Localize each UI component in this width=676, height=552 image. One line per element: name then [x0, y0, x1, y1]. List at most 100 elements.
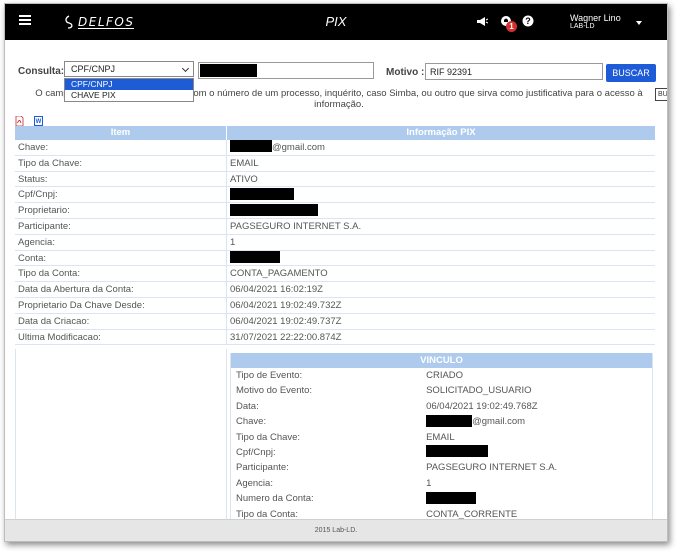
vinculo-value: [426, 445, 652, 460]
table-row: Ultima Modificacao: 31/07/2021 22:22:00.8…: [15, 329, 655, 346]
footer-text: 2015 Lab-LD.: [314, 527, 358, 534]
motivo-label: Motivo :: [386, 67, 425, 78]
row-value: ATIVO: [227, 172, 655, 187]
footer: 2015 Lab-LD.: [5, 519, 667, 541]
redacted-value: [230, 140, 272, 153]
vinculo-value: SOLICITADO_USUARIO: [426, 383, 652, 398]
vinculo-row: Data: 06/04/2021 19:02:49.768Z: [231, 399, 652, 414]
buscar-button[interactable]: BUSCAR: [606, 64, 656, 82]
row-label: Data da Abertura da Conta:: [15, 282, 227, 297]
user-name[interactable]: Wagner Lino: [570, 13, 621, 23]
vinculo-value: 1: [426, 476, 652, 491]
row-value: 06/04/2021 19:02:49.737Z: [227, 314, 655, 329]
row-value: 1: [227, 235, 655, 250]
pix-info-table: Item Informação PIX Chave: @gmail.com Tipo…: [15, 126, 655, 346]
vinculo-row: Cpf/Cnpj:: [231, 445, 652, 460]
vinculo-label: Motivo do Evento:: [236, 385, 313, 397]
row-value-text: 1: [230, 236, 236, 248]
consulta-input[interactable]: [198, 62, 374, 79]
row-value-text: EMAIL: [230, 157, 259, 169]
consulta-dropdown[interactable]: CPF/CNPJ CHAVE PIX: [64, 78, 194, 102]
row-value: 06/04/2021 16:02:19Z: [227, 282, 655, 297]
row-value: CONTA_PAGAMENTO: [227, 266, 655, 281]
column-header-item: Item: [15, 126, 227, 140]
row-value-text: 06/04/2021 16:02:19Z: [230, 284, 323, 296]
table-row: Data da Abertura da Conta: 06/04/2021 16:…: [15, 282, 655, 298]
vinculo-row: Tipo de Evento: CRIADO: [231, 368, 652, 383]
vinculo-row: Numero da Conta:: [231, 491, 652, 506]
row-label: Chave:: [15, 140, 227, 155]
vinculo-value-text: CRIADO: [426, 370, 464, 381]
chevron-down-icon[interactable]: [636, 21, 642, 25]
word-icon[interactable]: W: [34, 116, 43, 126]
table-row: Data da Criacao: 06/04/2021 19:02:49.737Z: [15, 313, 655, 330]
row-label: Conta:: [15, 250, 227, 266]
row-label: Status:: [15, 171, 227, 187]
table-row: Status: ATIVO: [15, 171, 655, 188]
vinculo-value-text: @gmail.com: [472, 416, 526, 428]
megaphone-icon[interactable]: [475, 14, 489, 28]
row-label: Tipo da Conta:: [15, 266, 227, 282]
table-row: Agencia: 1: [15, 234, 655, 251]
vinculo-label: Cpf/Cnpj:: [236, 446, 276, 458]
vinculo-label: Data:: [236, 400, 259, 412]
table-row: Tipo da Chave: EMAIL: [15, 155, 655, 172]
row-label: Data da Criacao:: [15, 313, 227, 329]
question-icon[interactable]: ?: [521, 14, 535, 28]
row-value-text: PAGSEGURO INTERNET S.A.: [230, 220, 362, 232]
row-label: Proprietario:: [15, 203, 227, 218]
redacted-value: [426, 491, 477, 504]
dropdown-option-chave-pix[interactable]: CHAVE PIX: [65, 90, 193, 101]
vinculo-left-cell: [15, 349, 227, 519]
table-row: Cpf/Cnpj:: [15, 187, 655, 204]
row-label: Agencia:: [15, 234, 227, 250]
vinculo-row: Agencia: 1: [231, 476, 652, 491]
row-value: @gmail.com: [227, 140, 655, 155]
consulta-select[interactable]: CPF/CNPJ: [64, 61, 194, 77]
user-org: LAB-LD: [570, 23, 595, 30]
vinculo-row: Tipo da Chave: EMAIL: [231, 430, 652, 445]
row-value-text: ATIVO: [230, 173, 258, 185]
svg-text:?: ?: [525, 16, 531, 26]
vinculo-section: VINCULO Tipo de Evento: CRIADO Motivo do E…: [15, 349, 655, 522]
vinculo-value-text: EMAIL: [426, 431, 455, 443]
table-header: Item Informação PIX: [15, 126, 655, 140]
motivo-input[interactable]: RIF 92391: [425, 63, 603, 80]
row-label: Proprietario Da Chave Desde:: [15, 297, 227, 313]
vinculo-label: Participante:: [236, 462, 289, 474]
vinculo-value: [426, 491, 652, 506]
row-label: Tipo da Chave:: [15, 155, 227, 171]
vinculo-label: Chave:: [236, 416, 267, 428]
vinculo-title: VINCULO: [231, 353, 652, 368]
table-row: Participante: PAGSEGURO INTERNET S.A.: [15, 218, 655, 235]
vinculo-label: Agencia:: [236, 477, 273, 489]
vinculo-value: PAGSEGURO INTERNET S.A.: [426, 460, 652, 475]
table-row: Chave: @gmail.com: [15, 140, 655, 156]
vinculo-label: Tipo de Evento:: [236, 370, 303, 381]
vinculo-label: Tipo da Chave:: [236, 431, 301, 443]
consulta-selected-value: CPF/CNPJ: [71, 64, 116, 74]
row-value: [227, 187, 655, 202]
vinculo-value-text: SOLICITADO_USUARIO: [426, 385, 532, 397]
vinculo-value: EMAIL: [426, 430, 652, 445]
notification-badge[interactable]: 1: [506, 21, 517, 32]
pdf-icon[interactable]: [15, 115, 24, 127]
row-label: Cpf/Cnpj:: [15, 187, 227, 203]
side-tab[interactable]: BU: [655, 88, 667, 101]
dropdown-option-cpf-cnpj[interactable]: CPF/CNPJ: [65, 79, 193, 90]
row-value-text: 31/07/2021 22:22:00.874Z: [230, 331, 342, 343]
vinculo-label: Numero da Conta:: [236, 493, 314, 505]
chevron-down-icon: [181, 64, 190, 73]
app-window: DELFOS PIX 1 ? Wagner Lino LAB-LD Consul…: [4, 3, 668, 542]
vinculo-value: CRIADO: [426, 368, 652, 383]
vinculo-row: Chave: @gmail.com: [231, 414, 652, 429]
row-value: 31/07/2021 22:22:00.874Z: [227, 330, 655, 345]
row-label: Ultima Modificacao:: [15, 329, 227, 345]
row-value: [227, 203, 655, 218]
vinculo-value-text: CONTA_CORRENTE: [426, 508, 518, 520]
table-row: Proprietario:: [15, 203, 655, 219]
top-bar: DELFOS PIX 1 ? Wagner Lino LAB-LD: [5, 4, 667, 40]
row-value: EMAIL: [227, 156, 655, 171]
vinculo-value-text: 06/04/2021 19:02:49.768Z: [426, 400, 538, 412]
redacted-value: [426, 414, 473, 427]
